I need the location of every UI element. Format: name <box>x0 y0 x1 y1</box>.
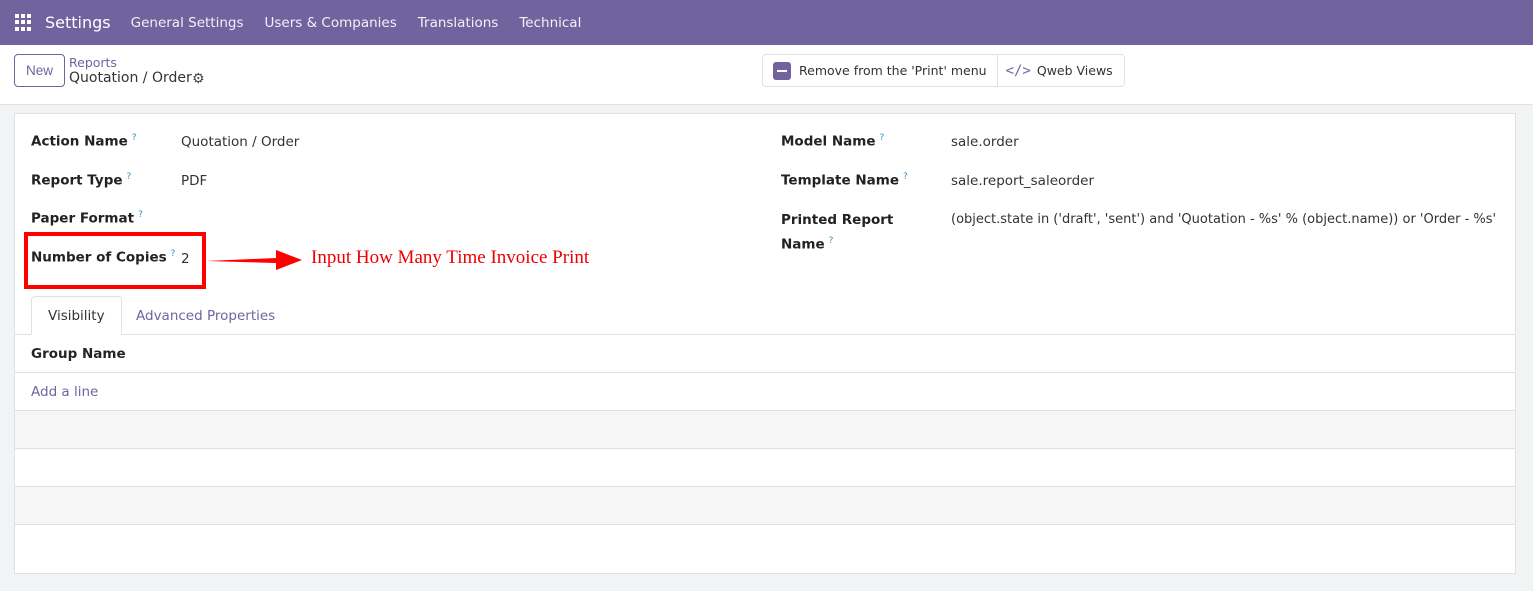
menu-general-settings[interactable]: General Settings <box>131 15 244 31</box>
tab-visibility[interactable]: Visibility <box>31 296 122 335</box>
table-row <box>15 487 1515 525</box>
annotation-text: Input How Many Time Invoice Print <box>311 247 590 268</box>
notebook-tabs: Visibility Advanced Properties <box>15 296 1515 335</box>
arrow-annotation <box>206 250 302 270</box>
tab-advanced-properties[interactable]: Advanced Properties <box>120 296 291 335</box>
paper-format-label: Paper Format? <box>31 210 143 227</box>
control-panel: New Reports Quotation / Order ⚙ Remove f… <box>0 45 1533 105</box>
report-type-label: Report Type? <box>31 172 132 189</box>
printed-report-name-label: Printed Report Name? <box>781 212 894 253</box>
action-name-label: Action Name? <box>31 133 137 150</box>
action-name-field[interactable]: Quotation / Order <box>181 134 299 150</box>
app-title[interactable]: Settings <box>45 13 111 32</box>
table-row <box>15 449 1515 487</box>
add-a-line-link[interactable]: Add a line <box>15 373 1515 411</box>
menu-users-companies[interactable]: Users & Companies <box>265 15 397 31</box>
menu-technical[interactable]: Technical <box>519 15 581 31</box>
table-header-group-name[interactable]: Group Name <box>15 335 1515 373</box>
table-row <box>15 411 1515 449</box>
minus-icon <box>773 61 791 80</box>
apps-menu-icon[interactable] <box>15 13 33 32</box>
remove-label: Remove from the 'Print' menu <box>799 63 987 78</box>
template-name-field[interactable]: sale.report_saleorder <box>951 173 1094 189</box>
top-navbar: Settings General Settings Users & Compan… <box>0 0 1533 45</box>
breadcrumb-current: Quotation / Order <box>69 70 192 86</box>
template-name-label: Template Name? <box>781 172 908 189</box>
code-icon: </> <box>1005 62 1031 79</box>
model-name-label: Model Name? <box>781 133 885 150</box>
form-sheet: Action Name? Quotation / Order Report Ty… <box>14 113 1516 574</box>
printed-report-name-field[interactable]: (object.state in ('draft', 'sent') and '… <box>951 212 1496 227</box>
menu-translations[interactable]: Translations <box>418 15 499 31</box>
paper-format-field[interactable] <box>181 211 381 229</box>
breadcrumb-reports[interactable]: Reports <box>69 55 117 70</box>
action-buttons: Remove from the 'Print' menu </> Qweb Vie… <box>762 54 1125 87</box>
highlight-box <box>24 232 206 289</box>
gear-icon[interactable]: ⚙ <box>192 71 205 87</box>
qweb-views-button[interactable]: </> Qweb Views <box>996 55 1124 86</box>
report-type-field[interactable]: PDF <box>181 173 207 189</box>
new-button[interactable]: New <box>14 54 65 87</box>
qweb-label: Qweb Views <box>1036 63 1113 78</box>
remove-from-print-menu-button[interactable]: Remove from the 'Print' menu <box>763 55 997 86</box>
model-name-field[interactable]: sale.order <box>951 134 1019 150</box>
